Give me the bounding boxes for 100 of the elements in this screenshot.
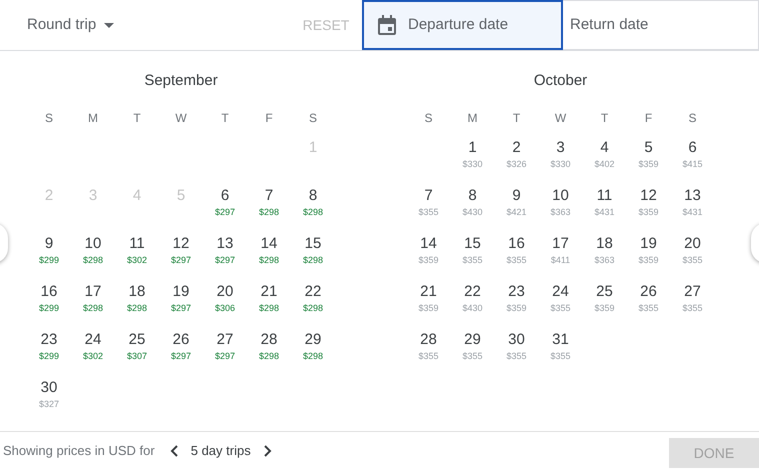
day-number[interactable]: 16 <box>508 234 525 254</box>
weekday-label: W <box>175 110 187 127</box>
weekday-label: T <box>512 110 520 127</box>
trip-type-dropdown[interactable]: Round trip <box>0 0 290 50</box>
day-price: $355 <box>506 254 527 266</box>
day-number[interactable]: 30 <box>508 330 525 350</box>
day-price: $297 <box>170 254 192 266</box>
day-number[interactable]: 15 <box>464 234 481 254</box>
day-price: $299 <box>38 302 60 314</box>
price-currency-note: Showing prices in USD for <box>3 442 155 460</box>
day-price: $355 <box>638 302 659 314</box>
day-price: $298 <box>82 254 104 266</box>
day-number[interactable]: 25 <box>128 330 146 350</box>
day-number[interactable]: 27 <box>216 330 234 350</box>
day-number[interactable]: 11 <box>596 186 612 206</box>
day-number: 4 <box>132 186 142 206</box>
day-price: $363 <box>594 254 615 266</box>
day-number[interactable]: 13 <box>684 186 701 206</box>
day-number[interactable]: 17 <box>84 282 102 302</box>
day-price: $299 <box>38 350 60 362</box>
day-price: $297 <box>170 302 192 314</box>
day-price: $431 <box>682 206 703 218</box>
day-price: $430 <box>462 302 483 314</box>
day-number[interactable]: 24 <box>84 330 102 350</box>
day-number[interactable]: 15 <box>304 234 322 254</box>
day-number[interactable]: 8 <box>468 186 477 206</box>
day-number[interactable]: 24 <box>552 282 569 302</box>
day-number[interactable]: 28 <box>260 330 278 350</box>
day-number[interactable]: 19 <box>172 282 190 302</box>
day-number[interactable]: 7 <box>264 186 274 206</box>
day-number[interactable]: 6 <box>688 138 697 158</box>
day-number[interactable]: 13 <box>216 234 234 254</box>
return-date-field[interactable]: Return date <box>563 0 759 50</box>
month-title: October <box>532 71 588 91</box>
day-price: $297 <box>214 350 236 362</box>
day-number[interactable]: 17 <box>552 234 569 254</box>
day-number[interactable]: 5 <box>644 138 653 158</box>
day-number[interactable]: 23 <box>508 282 525 302</box>
day-number[interactable]: 14 <box>260 234 278 254</box>
day-number[interactable]: 21 <box>260 282 278 302</box>
day-number[interactable]: 26 <box>172 330 190 350</box>
day-price: $298 <box>302 254 324 266</box>
day-number[interactable]: 28 <box>420 330 437 350</box>
day-number[interactable]: 27 <box>684 282 701 302</box>
day-number[interactable]: 8 <box>308 186 318 206</box>
weekday-label: S <box>44 110 53 127</box>
day-number[interactable]: 30 <box>40 378 58 398</box>
day-number[interactable]: 10 <box>552 186 569 206</box>
day-number[interactable]: 10 <box>84 234 102 254</box>
day-price: $298 <box>258 254 280 266</box>
day-number[interactable]: 9 <box>44 234 54 254</box>
day-number[interactable]: 22 <box>464 282 481 302</box>
day-price: $411 <box>550 254 570 266</box>
chevron-right-icon[interactable] <box>264 444 272 456</box>
day-number[interactable]: 20 <box>216 282 234 302</box>
day-price: $298 <box>302 350 324 362</box>
day-number[interactable]: 26 <box>640 282 657 302</box>
weekday-label: S <box>308 110 317 127</box>
caret-icon <box>104 22 114 28</box>
day-number[interactable]: 19 <box>640 234 657 254</box>
day-number[interactable]: 21 <box>420 282 437 302</box>
month-title: September <box>143 71 219 91</box>
day-price: $402 <box>594 158 615 170</box>
day-number[interactable]: 20 <box>684 234 701 254</box>
day-number[interactable]: 6 <box>220 186 230 206</box>
day-price: $359 <box>506 302 527 314</box>
day-price: $355 <box>682 254 703 266</box>
day-number[interactable]: 4 <box>600 138 609 158</box>
day-number[interactable]: 3 <box>556 138 565 158</box>
day-number[interactable]: 18 <box>596 234 613 254</box>
day-number[interactable]: 12 <box>172 234 190 254</box>
day-number[interactable]: 14 <box>420 234 437 254</box>
day-number[interactable]: 11 <box>129 234 145 254</box>
day-price: $359 <box>638 158 659 170</box>
day-number[interactable]: 25 <box>596 282 613 302</box>
day-price: $355 <box>682 302 703 314</box>
weekday-label: F <box>265 110 273 127</box>
day-price: $298 <box>258 206 280 218</box>
departure-date-field[interactable]: Departure date <box>362 0 563 50</box>
day-number: 1 <box>308 138 318 158</box>
day-number[interactable]: 29 <box>304 330 322 350</box>
day-price: $298 <box>126 302 148 314</box>
chevron-left-icon[interactable] <box>170 444 178 456</box>
day-price: $363 <box>550 206 571 218</box>
weekday-label: T <box>133 110 141 127</box>
day-price: $297 <box>214 206 236 218</box>
day-number[interactable]: 22 <box>304 282 322 302</box>
day-number[interactable]: 16 <box>40 282 58 302</box>
day-number[interactable]: 1 <box>468 138 477 158</box>
day-number[interactable]: 18 <box>128 282 146 302</box>
day-number[interactable]: 23 <box>40 330 58 350</box>
day-number[interactable]: 31 <box>552 330 569 350</box>
weekday-label: M <box>88 110 98 127</box>
day-number[interactable]: 29 <box>464 330 481 350</box>
day-number[interactable]: 2 <box>512 138 521 158</box>
day-price: $355 <box>550 350 571 362</box>
day-price: $298 <box>258 350 280 362</box>
day-number[interactable]: 7 <box>424 186 433 206</box>
day-number[interactable]: 12 <box>640 186 657 206</box>
day-number[interactable]: 9 <box>512 186 521 206</box>
